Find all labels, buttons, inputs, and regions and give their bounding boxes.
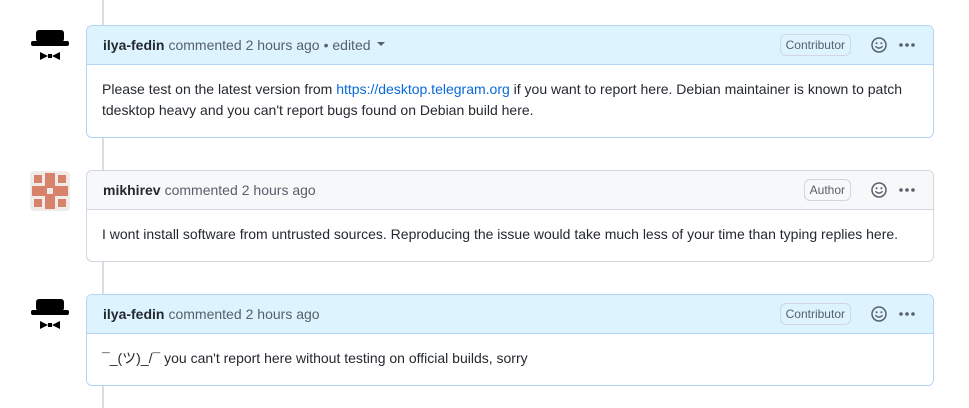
comment-time[interactable]: 2 hours ago [246,306,320,322]
triangle-down-icon[interactable] [376,42,385,46]
add-reaction-button[interactable] [869,304,889,324]
comment-author[interactable]: ilya-fedin [103,306,164,322]
comment-action: commented [164,182,238,198]
comment-body: I wont install software from untrusted s… [87,210,933,259]
telegram-link[interactable]: https://desktop.telegram.org [336,81,510,97]
smiley-icon [871,37,887,53]
comment-author[interactable]: ilya-fedin [103,37,164,53]
kebab-horizontal-icon [899,312,915,316]
comment-text: ¯_(ツ)_/¯ you can't report here without t… [102,350,528,366]
comment-action: commented [168,306,242,322]
comment-text: Please test on the latest version from [102,81,337,97]
comment-body: Please test on the latest version from h… [87,65,933,135]
comment-body: ¯_(ツ)_/¯ you can't report here without t… [87,334,933,383]
comment-header: ilya-fedin commented 2 hours ago Contrib… [87,295,933,334]
identicon-avatar-icon [30,171,70,211]
comment-text: I wont install software from untrusted s… [102,226,899,242]
edited-label[interactable]: • edited [324,37,371,53]
smiley-icon [871,182,887,198]
avatar-ilya-fedin[interactable] [30,295,70,335]
avatar-mikhirev[interactable] [30,171,70,211]
comment-header: ilya-fedin commented 2 hours ago • edite… [87,26,933,65]
comment-time[interactable]: 2 hours ago [242,182,316,198]
comment-card: ilya-fedin commented 2 hours ago • edite… [86,25,934,138]
avatar-ilya-fedin[interactable] [30,26,70,66]
more-options-button[interactable] [897,35,917,55]
hat-avatar-icon [31,30,69,60]
kebab-horizontal-icon [899,43,915,47]
contributor-badge: Contributor [779,303,851,325]
more-options-button[interactable] [897,180,917,200]
more-options-button[interactable] [897,304,917,324]
add-reaction-button[interactable] [869,180,889,200]
comment-time[interactable]: 2 hours ago [246,37,320,53]
comment-card: mikhirev commented 2 hours ago Author I … [86,170,934,262]
contributor-badge: Contributor [779,34,851,56]
comment-header: mikhirev commented 2 hours ago Author [87,171,933,210]
hat-avatar-icon [31,299,69,329]
add-reaction-button[interactable] [869,35,889,55]
author-badge: Author [803,179,851,201]
smiley-icon [871,306,887,322]
comment-action: commented [168,37,242,53]
comment-card: ilya-fedin commented 2 hours ago Contrib… [86,294,934,386]
comment-author[interactable]: mikhirev [103,182,161,198]
kebab-horizontal-icon [899,188,915,192]
